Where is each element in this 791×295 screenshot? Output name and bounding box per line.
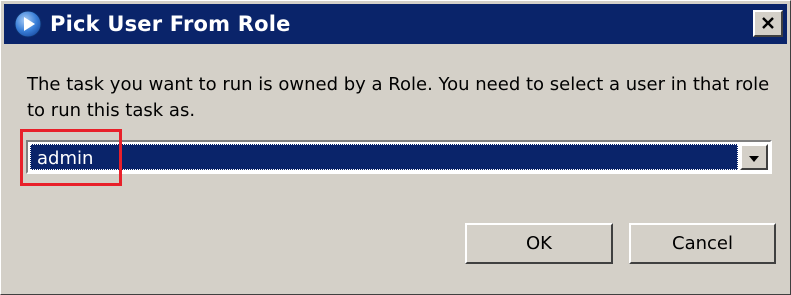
close-icon — [761, 14, 775, 33]
title-bar[interactable]: Pick User From Role — [4, 4, 787, 44]
window-title: Pick User From Role — [50, 12, 291, 36]
selected-user-value: admin — [37, 148, 94, 169]
arrow-play-icon — [14, 10, 42, 38]
dropdown-arrow-icon — [748, 148, 760, 167]
ok-button[interactable]: OK — [465, 223, 613, 264]
instruction-text: The task you want to run is owned by a R… — [27, 74, 770, 121]
cancel-button[interactable]: Cancel — [629, 223, 776, 264]
pick-user-dialog: Pick User From Role The task you want to… — [0, 0, 791, 295]
user-select-selection[interactable]: admin — [30, 144, 738, 170]
user-select[interactable]: admin — [26, 140, 772, 174]
user-select-dropdown-button[interactable] — [740, 144, 768, 170]
close-button[interactable] — [753, 10, 783, 37]
